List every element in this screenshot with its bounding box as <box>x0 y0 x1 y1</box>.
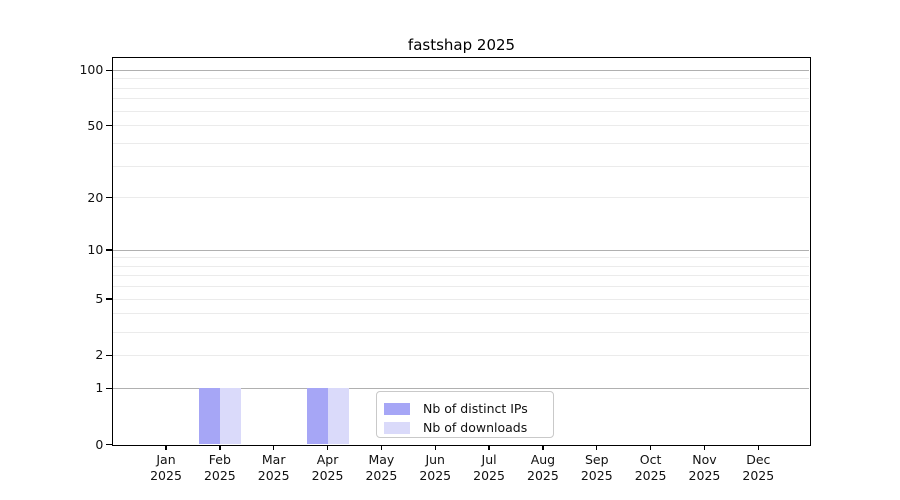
y-tickmark-100 <box>106 70 113 71</box>
x-tickmark-jul-2025 <box>488 445 489 451</box>
y-tickmark-20 <box>106 197 113 198</box>
bar-nb-of-downloads-feb-2025 <box>220 388 241 444</box>
legend-swatch-distinct-ips <box>384 403 410 415</box>
x-tickmark-aug-2025 <box>542 445 543 451</box>
y-minor-gridline-5 <box>113 299 809 300</box>
x-tick-label-dec-2025: Dec2025 <box>726 452 790 485</box>
bar-nb-of-distinct-ips-apr-2025 <box>307 388 328 444</box>
x-tickmark-dec-2025 <box>758 445 759 451</box>
x-tick-label-year: 2025 <box>726 468 790 484</box>
legend-label-distinct-ips: Nb of distinct IPs <box>423 401 528 416</box>
y-minor-gridline-80 <box>113 88 809 89</box>
y-tickmark-50 <box>106 125 113 126</box>
y-minor-gridline-3 <box>113 332 809 333</box>
y-tick-label-5: 5 <box>39 291 103 307</box>
y-minor-gridline-70 <box>113 98 809 99</box>
y-minor-gridline-7 <box>113 275 809 276</box>
x-tickmark-oct-2025 <box>650 445 651 451</box>
y-minor-gridline-20 <box>113 197 809 198</box>
x-tickmark-mar-2025 <box>273 445 274 451</box>
y-tickmark-5 <box>106 298 113 299</box>
y-tick-label-2: 2 <box>39 347 103 363</box>
x-tickmark-may-2025 <box>381 445 382 451</box>
y-minor-gridline-90 <box>113 78 809 79</box>
y-major-gridline-10 <box>113 250 809 251</box>
y-tick-label-0: 0 <box>39 437 103 453</box>
y-minor-gridline-9 <box>113 257 809 258</box>
y-tick-label-1: 1 <box>39 380 103 396</box>
y-tickmark-1 <box>106 388 113 389</box>
bar-nb-of-distinct-ips-feb-2025 <box>199 388 220 444</box>
x-tickmark-feb-2025 <box>219 445 220 451</box>
legend-item-distinct-ips: Nb of distinct IPs <box>384 399 553 418</box>
y-tick-label-100: 100 <box>39 62 103 78</box>
x-tick-label-month: Dec <box>726 452 790 468</box>
y-minor-gridline-40 <box>113 143 809 144</box>
chart-title: fastshap 2025 <box>113 36 810 54</box>
legend-swatch-downloads <box>384 422 410 434</box>
y-tickmark-10 <box>106 249 113 250</box>
y-minor-gridline-4 <box>113 313 809 314</box>
x-tickmark-jun-2025 <box>435 445 436 451</box>
legend-label-downloads: Nb of downloads <box>423 420 527 435</box>
y-tickmark-2 <box>106 355 113 356</box>
y-minor-gridline-50 <box>113 125 809 126</box>
bar-nb-of-downloads-apr-2025 <box>328 388 349 444</box>
y-minor-gridline-60 <box>113 111 809 112</box>
x-tickmark-sep-2025 <box>596 445 597 451</box>
x-tickmark-jan-2025 <box>165 445 166 451</box>
x-tickmark-apr-2025 <box>327 445 328 451</box>
y-tick-label-10: 10 <box>39 242 103 258</box>
y-major-gridline-100 <box>113 70 809 71</box>
y-tick-label-50: 50 <box>39 118 103 134</box>
y-tick-label-20: 20 <box>39 190 103 206</box>
x-tickmark-nov-2025 <box>704 445 705 451</box>
y-minor-gridline-2 <box>113 355 809 356</box>
y-minor-gridline-8 <box>113 266 809 267</box>
legend: Nb of distinct IPs Nb of downloads <box>376 391 554 439</box>
y-minor-gridline-6 <box>113 286 809 287</box>
legend-item-downloads: Nb of downloads <box>384 418 553 437</box>
y-tickmark-0 <box>106 444 113 445</box>
y-minor-gridline-30 <box>113 166 809 167</box>
chart-figure: fastshap 2025 Nb of distinct IPs Nb of d… <box>0 0 900 500</box>
